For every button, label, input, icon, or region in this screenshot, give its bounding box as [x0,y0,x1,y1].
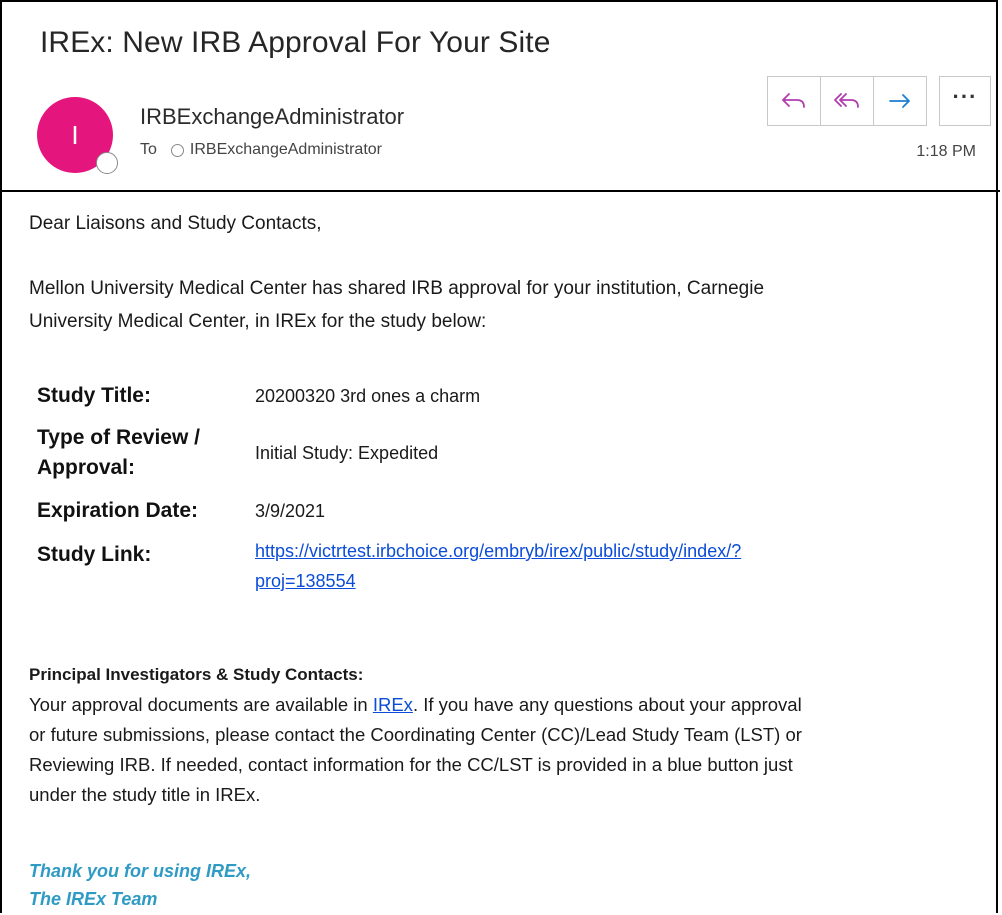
more-icon: ··· [952,84,978,109]
reply-icon [782,93,805,108]
intro-paragraph: Mellon University Medical Center has sha… [29,272,979,338]
pi-heading: Principal Investigators & Study Contacts… [29,665,364,684]
signoff: Thank you for using IREx, The IREx Team [29,857,979,913]
review-type-label: Type of Review / Approval: [37,418,255,488]
email-reading-pane: IREx: New IRB Approval For Your Site I I… [0,0,1000,913]
pi-text-after-link: . If you have any questions about your a… [412,694,802,715]
presence-status-icon [96,152,118,174]
forward-button[interactable] [873,76,927,126]
pi-text-before-link: Your approval documents are available in [29,694,373,715]
study-details-table: Study Title: 20200320 3rd ones a charm T… [37,374,741,616]
study-link-cell: https://victrtest.irbchoice.org/embryb/i… [255,534,741,616]
to-label: To [140,141,157,158]
reply-button[interactable] [767,76,821,126]
study-link[interactable]: https://victrtest.irbchoice.org/embryb/i… [255,541,741,591]
pi-line-1: Your approval documents are available in… [29,690,979,720]
pi-section: Principal Investigators & Study Contacts… [29,660,979,810]
review-type-label-line-1: Type of Review / [37,426,200,449]
signoff-line-2: The IREx Team [29,889,158,909]
study-title-value: 20200320 3rd ones a charm [255,386,481,406]
study-link-row: Study Link: https://victrtest.irbchoice.… [37,534,741,616]
recipient-line: To IRBExchangeAdministrator [140,141,382,159]
study-link-line-2: proj=138554 [255,571,356,591]
recipient-presence-icon [170,143,184,157]
email-subject: IREx: New IRB Approval For Your Site [40,26,551,59]
message-actions: ··· [767,76,991,126]
review-type-row: Type of Review / Approval: Initial Study… [37,418,741,488]
expiration-label: Expiration Date: [37,499,199,522]
greeting: Dear Liaisons and Study Contacts, [29,213,322,234]
recipient-name[interactable]: IRBExchangeAdministrator [190,141,382,159]
study-link-label: Study Link: [37,543,152,566]
pi-line-3: Reviewing IRB. If needed, contact inform… [29,754,793,775]
avatar-initial: I [71,119,79,150]
expiration-row: Expiration Date: 3/9/2021 [37,488,741,534]
sender-name[interactable]: IRBExchangeAdministrator [140,104,404,130]
study-title-label: Study Title: [37,384,151,407]
pi-line-2: or future submissions, please contact th… [29,724,802,745]
intro-line-2: University Medical Center, in IREx for t… [29,311,487,332]
more-actions-button[interactable]: ··· [939,76,991,126]
pi-line-4: under the study title in IREx. [29,784,261,805]
study-title-row: Study Title: 20200320 3rd ones a charm [37,374,741,418]
review-type-label-line-2: Approval: [37,456,136,479]
review-type-value: Initial Study: Expedited [255,443,439,463]
intro-line-1: Mellon University Medical Center has sha… [29,278,765,299]
expiration-value: 3/9/2021 [255,501,326,521]
irex-link[interactable]: IREx [373,694,413,715]
reply-all-button[interactable] [820,76,874,126]
signoff-line-1: Thank you for using IREx, [29,861,252,881]
header-divider [2,190,1000,192]
study-link-line-1: https://victrtest.irbchoice.org/embryb/i… [255,541,742,561]
forward-icon [889,94,910,108]
reply-all-icon [834,93,859,108]
received-time: 1:18 PM [916,143,976,160]
